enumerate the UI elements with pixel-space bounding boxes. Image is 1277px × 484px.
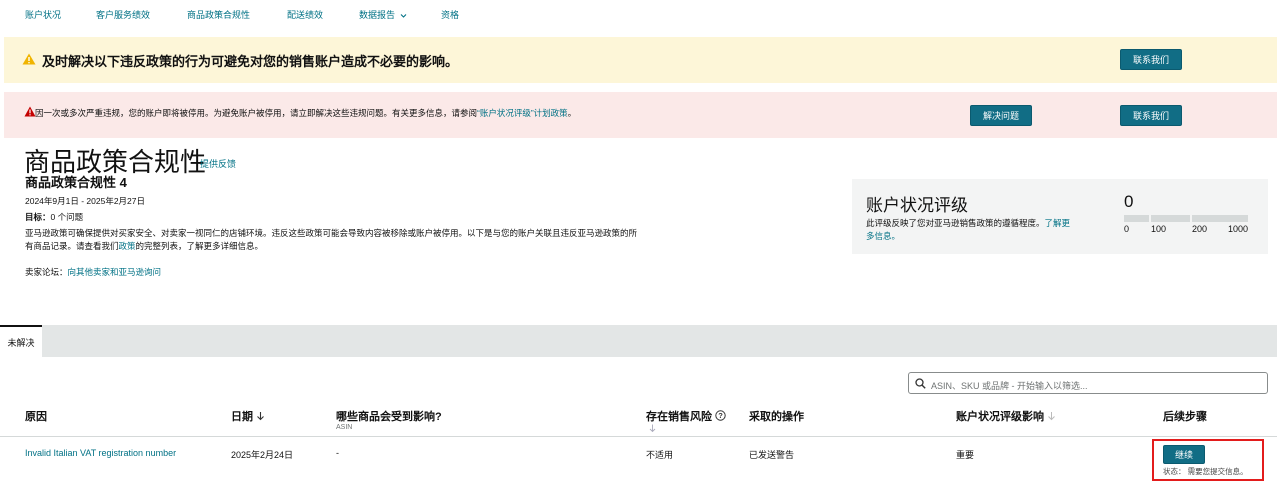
continue-button[interactable]: 继续 [1163, 445, 1205, 464]
target-label: 目标： [25, 212, 51, 222]
nav-shipping[interactable]: 配送绩效 [287, 8, 323, 21]
policy-link[interactable]: “账户状况评级”计划政策 [477, 108, 568, 118]
error-message-period: 。 [567, 108, 577, 118]
row-asin: - [336, 448, 339, 458]
sort-down-icon [257, 412, 264, 421]
help-icon[interactable]: ? [715, 410, 726, 421]
rating-segment [1192, 215, 1248, 222]
health-rating-value: 0 [1124, 192, 1134, 211]
table-divider [0, 436, 1277, 437]
nav-customer-service[interactable]: 客户服务绩效 [96, 8, 150, 21]
svg-text:?: ? [718, 411, 723, 420]
forum-label: 卖家论坛： [25, 267, 68, 277]
column-next-steps: 后续步骤 [1163, 411, 1207, 423]
description-text: 亚马逊政策可确保提供对买家安全、对卖家一视同仁的店铺环境。违反这些政策可能会导致… [25, 228, 638, 251]
feedback-link[interactable]: 提供反馈 [200, 157, 236, 170]
rating-tick: 200 [1192, 224, 1208, 234]
column-impact-label: 账户状况评级影响 [956, 411, 1044, 423]
warning-icon [22, 53, 36, 65]
column-date-label: 日期 [231, 411, 253, 423]
forum-link[interactable]: 向其他卖家和亚马逊询问 [68, 267, 162, 277]
seller-forum: 卖家论坛：向其他卖家和亚马逊询问 [25, 266, 161, 278]
sort-icon [1048, 412, 1055, 421]
row-action: 已发送警告 [749, 450, 795, 460]
page-subtitle: 商品政策合规性 4 [25, 175, 127, 190]
error-message: 因一次或多次严重违规，您的账户即将被停用。为避免账户被停用，请立即解决这些违规问… [35, 107, 576, 119]
rating-tick: 1000 [1228, 224, 1249, 234]
health-card-title: 账户状况评级 [866, 196, 968, 215]
column-risk-label: 存在销售风险 [646, 411, 712, 423]
column-action: 采取的操作 [749, 411, 804, 423]
resolve-issue-button[interactable]: 解决问题 [970, 105, 1032, 126]
row-impact: 重要 [956, 450, 975, 460]
chevron-down-icon [400, 13, 406, 18]
search-placeholder: ASIN、SKU 或品牌 - 开始输入以筛选... [931, 381, 1088, 391]
nav-data-reports[interactable]: 数据报告 [359, 8, 407, 21]
column-reason: 原因 [25, 411, 47, 423]
contact-us-button-2[interactable]: 联系我们 [1120, 105, 1182, 126]
row-date: 2025年2月24日 [231, 450, 294, 460]
top-nav: 账户状况 客户服务绩效 商品政策合规性 配送绩效 数据报告 资格 [0, 0, 1277, 28]
rating-tick: 100 [1151, 224, 1167, 234]
search-input[interactable]: ASIN、SKU 或品牌 - 开始输入以筛选... [908, 372, 1268, 394]
nav-account-health[interactable]: 账户状况 [25, 8, 61, 21]
column-affected: 哪些商品会受到影响? [336, 411, 442, 423]
violation-reason-link[interactable]: Invalid Italian VAT registration number [25, 448, 176, 458]
nav-data-reports-label: 数据报告 [359, 10, 396, 20]
nav-product-policy[interactable]: 商品政策合规性 [187, 8, 250, 21]
health-card-description: 此评级反映了您对亚马逊销售政策的遵循程度。了解更多信息。 [866, 217, 1076, 243]
column-date[interactable]: 日期 [231, 408, 265, 424]
health-card-desc-text: 此评级反映了您对亚马逊销售政策的遵循程度。 [866, 218, 1045, 228]
column-impact[interactable]: 账户状况评级影响 [956, 408, 1056, 424]
column-risk: 存在销售风险? [646, 408, 726, 424]
description-tail: 的完整列表，了解更多详细信息。 [135, 241, 264, 251]
rating-segment [1151, 215, 1190, 222]
warning-message: 及时解决以下违反政策的行为可避免对您的销售账户造成不必要的影响。 [42, 54, 459, 69]
target-value: 0 个问题 [50, 212, 84, 222]
rating-tick: 0 [1124, 224, 1130, 234]
policy-list-link[interactable]: 政策 [119, 241, 136, 251]
rating-segment [1124, 215, 1149, 222]
search-icon [915, 378, 926, 389]
error-alert: 因一次或多次严重违规，您的账户即将被停用。为避免账户被停用，请立即解决这些违规问… [4, 92, 1277, 138]
row-status: 状态： 需要您提交信息。 [1163, 467, 1248, 476]
account-health-card: 账户状况评级 此评级反映了您对亚马逊销售政策的遵循程度。了解更多信息。 0 0 … [852, 179, 1268, 254]
health-rating-bar [1124, 215, 1248, 222]
contact-us-button[interactable]: 联系我们 [1120, 49, 1182, 70]
tabs-bar: 未解决 [0, 325, 1277, 357]
date-range: 2024年9月1日 - 2025年2月27日 [25, 196, 146, 206]
tab-unresolved[interactable]: 未解决 [0, 325, 42, 357]
nav-eligibility[interactable]: 资格 [441, 8, 459, 21]
sort-icon[interactable] [649, 424, 656, 433]
target: 目标：0 个问题 [25, 211, 83, 223]
column-affected-sub: ASIN [336, 424, 353, 431]
error-message-text: 因一次或多次严重违规，您的账户即将被停用。为避免账户被停用，请立即解决这些违规问… [35, 108, 478, 118]
policy-description: 亚马逊政策可确保提供对买家安全、对卖家一视同仁的店铺环境。违反这些政策可能会导致… [25, 227, 645, 253]
row-risk: 不适用 [646, 450, 674, 460]
warning-alert: 及时解决以下违反政策的行为可避免对您的销售账户造成不必要的影响。 [4, 37, 1277, 83]
